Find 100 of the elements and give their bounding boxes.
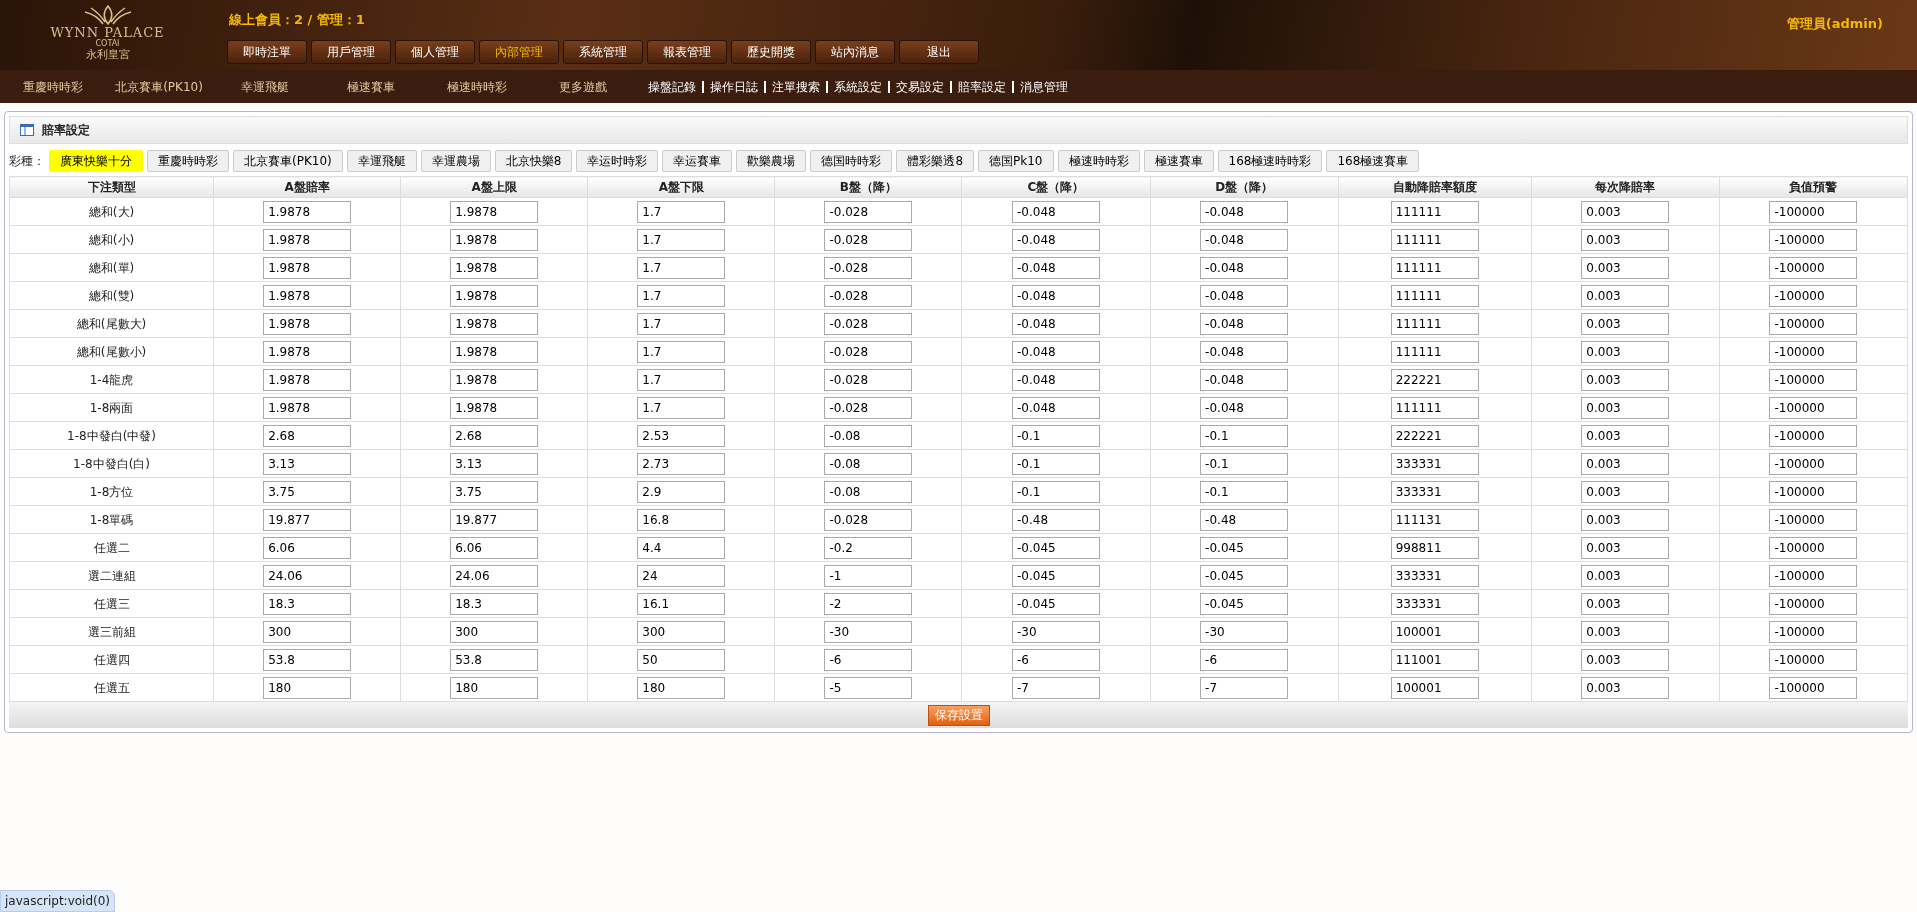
input-field[interactable]: 1.9878 bbox=[450, 228, 539, 251]
input-field[interactable]: -100000 bbox=[1769, 648, 1858, 671]
input-field[interactable]: -0.048 bbox=[1200, 312, 1289, 335]
input-field[interactable]: -100000 bbox=[1769, 312, 1858, 335]
input-field[interactable]: -0.048 bbox=[1200, 340, 1289, 363]
menu-tab[interactable]: 站內消息 bbox=[815, 39, 895, 64]
input-field[interactable]: 1.9878 bbox=[263, 228, 352, 251]
input-field[interactable]: -100000 bbox=[1769, 396, 1858, 419]
input-field[interactable]: -100000 bbox=[1769, 340, 1858, 363]
input-field[interactable]: 0.003 bbox=[1581, 620, 1670, 643]
admin-link[interactable]: 賠率設定 bbox=[958, 77, 1006, 96]
input-field[interactable]: 3.13 bbox=[263, 452, 352, 475]
input-field[interactable]: 300 bbox=[637, 620, 726, 643]
input-field[interactable]: -100000 bbox=[1769, 620, 1858, 643]
input-field[interactable]: -0.048 bbox=[1012, 312, 1100, 335]
input-field[interactable]: 1.7 bbox=[637, 200, 726, 223]
input-field[interactable]: -6 bbox=[1200, 648, 1289, 671]
lottery-tab[interactable]: 極速時時彩 bbox=[1057, 150, 1140, 172]
lottery-tab[interactable]: 重慶時時彩 bbox=[147, 150, 229, 172]
lottery-tab[interactable]: 廣東快樂十分 bbox=[49, 150, 143, 172]
game-link[interactable]: 極速賽車 bbox=[318, 77, 424, 96]
input-field[interactable]: 180 bbox=[263, 676, 352, 699]
input-field[interactable]: 111111 bbox=[1390, 284, 1479, 307]
input-field[interactable]: -0.028 bbox=[824, 340, 913, 363]
input-field[interactable]: -0.048 bbox=[1200, 284, 1289, 307]
input-field[interactable]: -0.048 bbox=[1012, 340, 1100, 363]
input-field[interactable]: 1.7 bbox=[637, 312, 726, 335]
input-field[interactable]: 111111 bbox=[1390, 256, 1479, 279]
input-field[interactable]: 0.003 bbox=[1581, 340, 1670, 363]
input-field[interactable]: 1.9878 bbox=[450, 396, 539, 419]
input-field[interactable]: -7 bbox=[1200, 676, 1289, 699]
input-field[interactable]: 53.8 bbox=[450, 648, 539, 671]
input-field[interactable]: 50 bbox=[637, 648, 726, 671]
input-field[interactable]: 0.003 bbox=[1581, 256, 1670, 279]
input-field[interactable]: 1.9878 bbox=[450, 312, 539, 335]
input-field[interactable]: -0.2 bbox=[824, 536, 913, 559]
admin-link[interactable]: 操作日誌 bbox=[710, 77, 758, 96]
input-field[interactable]: 0.003 bbox=[1581, 536, 1670, 559]
lottery-tab[interactable]: 北京賽車(PK10) bbox=[233, 150, 343, 172]
input-field[interactable]: 1.7 bbox=[637, 284, 726, 307]
input-field[interactable]: 111111 bbox=[1390, 200, 1479, 223]
input-field[interactable]: 111111 bbox=[1390, 340, 1479, 363]
input-field[interactable]: 19.877 bbox=[450, 508, 539, 531]
lottery-tab[interactable]: 幸運農場 bbox=[420, 150, 491, 172]
input-field[interactable]: -0.048 bbox=[1200, 256, 1289, 279]
input-field[interactable]: -100000 bbox=[1769, 424, 1858, 447]
input-field[interactable]: 0.003 bbox=[1581, 368, 1670, 391]
input-field[interactable]: 18.3 bbox=[263, 592, 352, 615]
lottery-tab[interactable]: 幸運飛艇 bbox=[346, 150, 417, 172]
input-field[interactable]: -0.1 bbox=[1012, 452, 1100, 475]
input-field[interactable]: 111111 bbox=[1390, 396, 1479, 419]
input-field[interactable]: -0.1 bbox=[1012, 424, 1100, 447]
input-field[interactable]: -0.1 bbox=[1012, 480, 1100, 503]
input-field[interactable]: -0.048 bbox=[1200, 200, 1289, 223]
game-link[interactable]: 更多遊戲 bbox=[530, 77, 636, 96]
menu-tab[interactable]: 用戶管理 bbox=[311, 39, 391, 64]
input-field[interactable]: -0.048 bbox=[1200, 368, 1289, 391]
input-field[interactable]: 1.9878 bbox=[263, 340, 352, 363]
input-field[interactable]: 222221 bbox=[1390, 424, 1479, 447]
admin-link[interactable]: 消息管理 bbox=[1020, 77, 1068, 96]
input-field[interactable]: -0.48 bbox=[1012, 508, 1100, 531]
input-field[interactable]: 1.9878 bbox=[263, 200, 352, 223]
input-field[interactable]: -100000 bbox=[1769, 508, 1858, 531]
input-field[interactable]: 0.003 bbox=[1581, 592, 1670, 615]
input-field[interactable]: 111111 bbox=[1390, 228, 1479, 251]
input-field[interactable]: 333331 bbox=[1390, 564, 1479, 587]
menu-tab[interactable]: 退出 bbox=[899, 39, 979, 64]
input-field[interactable]: 1.7 bbox=[637, 228, 726, 251]
input-field[interactable]: -0.045 bbox=[1200, 592, 1289, 615]
input-field[interactable]: -7 bbox=[1012, 676, 1100, 699]
input-field[interactable]: 1.7 bbox=[637, 256, 726, 279]
lottery-tab[interactable]: 168極速賽車 bbox=[1326, 150, 1420, 172]
input-field[interactable]: 18.3 bbox=[450, 592, 539, 615]
input-field[interactable]: -100000 bbox=[1769, 200, 1858, 223]
input-field[interactable]: 3.75 bbox=[263, 480, 352, 503]
input-field[interactable]: 24.06 bbox=[450, 564, 539, 587]
input-field[interactable]: -0.045 bbox=[1200, 536, 1289, 559]
input-field[interactable]: 6.06 bbox=[450, 536, 539, 559]
input-field[interactable]: -30 bbox=[1200, 620, 1289, 643]
input-field[interactable]: 0.003 bbox=[1581, 508, 1670, 531]
input-field[interactable]: -0.048 bbox=[1012, 396, 1100, 419]
menu-tab[interactable]: 即時注單 bbox=[227, 39, 307, 64]
input-field[interactable]: 53.8 bbox=[263, 648, 352, 671]
input-field[interactable]: -0.08 bbox=[824, 452, 913, 475]
input-field[interactable]: 100001 bbox=[1390, 620, 1479, 643]
input-field[interactable]: 180 bbox=[637, 676, 726, 699]
input-field[interactable]: 0.003 bbox=[1581, 480, 1670, 503]
lottery-tab[interactable]: 幸运賽車 bbox=[662, 150, 733, 172]
input-field[interactable]: 1.7 bbox=[637, 396, 726, 419]
lottery-tab[interactable]: 168極速時時彩 bbox=[1217, 150, 1323, 172]
input-field[interactable]: 16.8 bbox=[637, 508, 726, 531]
input-field[interactable]: 0.003 bbox=[1581, 452, 1670, 475]
input-field[interactable]: 3.75 bbox=[450, 480, 539, 503]
input-field[interactable]: 3.13 bbox=[450, 452, 539, 475]
menu-tab[interactable]: 系統管理 bbox=[563, 39, 643, 64]
input-field[interactable]: 333331 bbox=[1390, 452, 1479, 475]
lottery-tab[interactable]: 北京快樂8 bbox=[494, 150, 573, 172]
input-field[interactable]: -0.045 bbox=[1012, 564, 1100, 587]
admin-link[interactable]: 交易設定 bbox=[896, 77, 944, 96]
input-field[interactable]: -0.028 bbox=[824, 256, 913, 279]
